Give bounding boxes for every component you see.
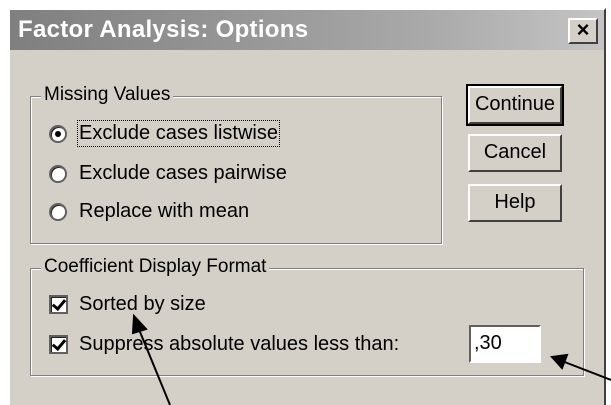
help-button[interactable]: Help xyxy=(468,184,562,222)
suppress-values-checkbox[interactable] xyxy=(49,335,68,354)
label-exclude-pairwise[interactable]: Exclude cases pairwise xyxy=(79,162,287,185)
radio-exclude-pairwise[interactable] xyxy=(49,165,67,183)
suppress-values-label[interactable]: Suppress absolute values less than: xyxy=(79,333,399,356)
missing-values-group: Missing Values Exclude cases listwise Ex… xyxy=(30,84,442,244)
missing-values-legend: Missing Values xyxy=(41,84,174,106)
continue-button[interactable]: Continue xyxy=(466,84,564,126)
cancel-button[interactable]: Cancel xyxy=(468,134,562,172)
factor-analysis-options-dialog: Factor Analysis: Options × Missing Value… xyxy=(8,8,606,405)
coefficient-format-legend: Coefficient Display Format xyxy=(41,256,270,278)
window-title: Factor Analysis: Options xyxy=(18,16,309,43)
radio-exclude-listwise[interactable] xyxy=(49,125,67,143)
title-bar[interactable]: Factor Analysis: Options × xyxy=(10,10,604,50)
label-replace-with-mean[interactable]: Replace with mean xyxy=(79,200,249,223)
close-button[interactable]: × xyxy=(568,18,598,44)
coefficient-format-group: Coefficient Display Format Sorted by siz… xyxy=(30,256,584,376)
sorted-by-size-label[interactable]: Sorted by size xyxy=(79,293,206,316)
suppress-threshold-input[interactable]: ,30 xyxy=(469,325,541,363)
radio-replace-with-mean[interactable] xyxy=(49,203,67,221)
label-exclude-listwise[interactable]: Exclude cases listwise xyxy=(77,120,280,147)
sorted-by-size-checkbox[interactable] xyxy=(49,295,68,314)
